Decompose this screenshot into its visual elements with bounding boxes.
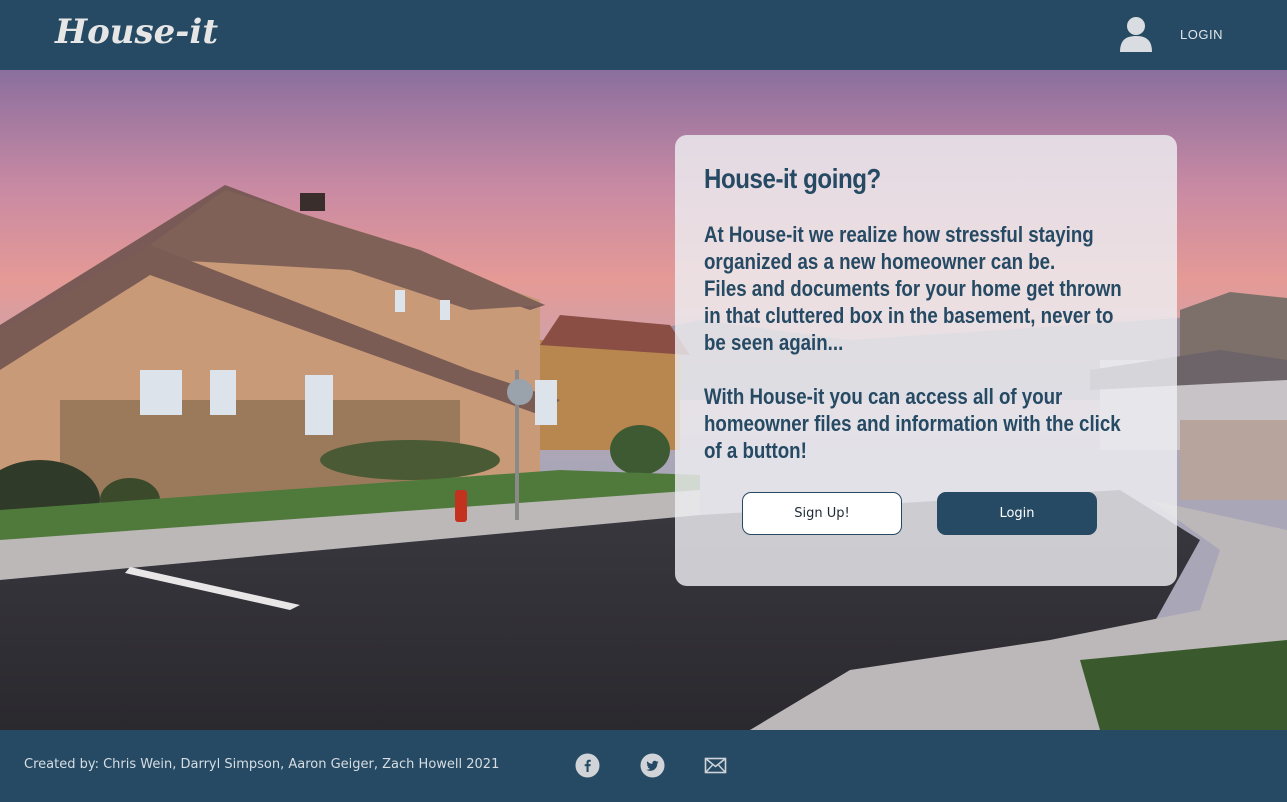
credits-text: Created by: Chris Wein, Darryl Simpson, … bbox=[24, 757, 500, 772]
login-button[interactable]: Login bbox=[937, 492, 1097, 535]
top-navbar: House-it LOGIN bbox=[0, 0, 1287, 70]
signup-button[interactable]: Sign Up! bbox=[742, 492, 902, 535]
mail-icon[interactable] bbox=[703, 753, 728, 778]
card-title: House-it going? bbox=[704, 163, 881, 194]
card-paragraph: Files and documents for your home get th… bbox=[704, 276, 1122, 355]
intro-card: House-it going? At House-it we realize h… bbox=[675, 135, 1177, 586]
card-paragraph: With House-it you can access all of your… bbox=[704, 384, 1121, 463]
login-link[interactable]: LOGIN bbox=[1180, 27, 1223, 42]
card-body: At House-it we realize how stressful sta… bbox=[704, 221, 1138, 464]
card-paragraph: At House-it we realize how stressful sta… bbox=[704, 222, 1094, 274]
site-logo[interactable]: House-it bbox=[55, 12, 218, 52]
footer: Created by: Chris Wein, Darryl Simpson, … bbox=[0, 730, 1287, 802]
user-icon[interactable] bbox=[1120, 16, 1152, 52]
facebook-icon[interactable] bbox=[575, 753, 600, 778]
hero-section: House-it going? At House-it we realize h… bbox=[0, 70, 1287, 730]
twitter-icon[interactable] bbox=[640, 753, 665, 778]
